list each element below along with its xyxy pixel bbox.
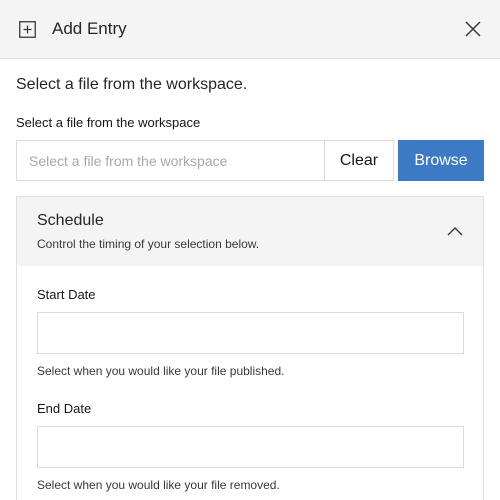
clear-button[interactable]: Clear	[324, 140, 394, 181]
end-date-helper: Select when you would like your file rem…	[37, 478, 280, 492]
close-button[interactable]	[458, 14, 488, 44]
start-date-label: Start Date	[37, 287, 96, 302]
file-path-input[interactable]	[16, 140, 325, 181]
schedule-description: Control the timing of your selection bel…	[37, 237, 260, 251]
end-date-input[interactable]	[37, 426, 464, 468]
start-date-input[interactable]	[37, 312, 464, 354]
add-box-icon	[19, 21, 36, 38]
schedule-accordion: Schedule Control the timing of your sele…	[16, 196, 484, 500]
add-entry-dialog: Add Entry Select a file from the workspa…	[0, 0, 500, 500]
start-date-helper: Select when you would like your file pub…	[37, 364, 285, 378]
dialog-header: Add Entry	[0, 0, 500, 59]
chevron-up-icon	[447, 227, 463, 236]
file-field-label: Select a file from the workspace	[16, 115, 201, 130]
intro-text: Select a file from the workspace.	[16, 76, 248, 93]
schedule-title: Schedule	[37, 212, 104, 229]
close-icon	[465, 21, 481, 37]
schedule-accordion-header[interactable]: Schedule Control the timing of your sele…	[17, 197, 483, 266]
browse-button[interactable]: Browse	[398, 140, 484, 181]
end-date-label: End Date	[37, 401, 92, 416]
dialog-title: Add Entry	[52, 19, 127, 38]
